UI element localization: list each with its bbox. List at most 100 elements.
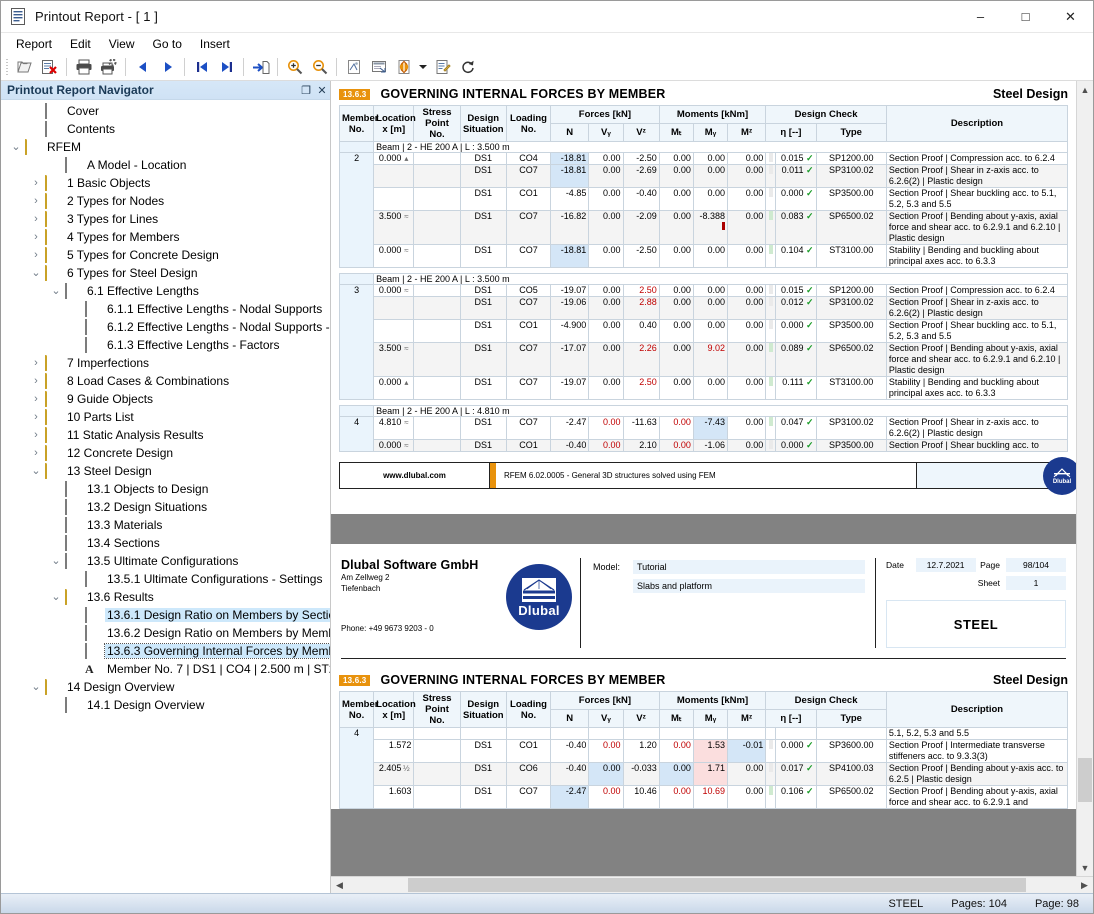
table-row[interactable]: 3.500≈DS1CO7-16.820.00-2.090.00-8.3880.0… [340,211,1068,245]
tree-item[interactable]: 13.5.1 Ultimate Configurations - Setting… [1,570,330,588]
go-to-page-icon[interactable] [248,55,273,79]
expand-toggle-icon[interactable]: ⌄ [47,556,65,567]
tree-item[interactable]: AMember No. 7 | DS1 | CO4 | 2.500 m | ST… [1,660,330,678]
expand-toggle-icon[interactable]: › [27,214,45,225]
expand-toggle-icon[interactable]: › [27,376,45,387]
menu-edit[interactable]: Edit [61,35,100,53]
table-row[interactable]: 30.000≈DS1CO5-19.070.002.500.000.000.000… [340,285,1068,297]
tree-item[interactable]: ›2 Types for Nodes [1,192,330,210]
tree-item[interactable]: A Model - Location [1,156,330,174]
table-row[interactable]: 0.000▴DS1CO7-19.070.002.500.000.000.000.… [340,377,1068,400]
tree-item[interactable]: ›10 Parts List [1,408,330,426]
tree-item[interactable]: Contents [1,120,330,138]
first-page-icon[interactable] [189,55,214,79]
tree-item[interactable]: 13.6.2 Design Ratio on Members by Member [1,624,330,642]
tree-item[interactable]: ⌄14 Design Overview [1,678,330,696]
toolbar-grip[interactable] [5,57,10,77]
menu-report[interactable]: Report [7,35,61,53]
expand-toggle-icon[interactable]: ⌄ [47,286,65,297]
viewer-vertical-scrollbar[interactable]: ▲ ▼ [1076,81,1093,876]
print-icon[interactable] [71,55,96,79]
tree-item[interactable]: 13.2 Design Situations [1,498,330,516]
undock-icon[interactable]: ❐ [298,84,314,97]
zoom-in-icon[interactable] [282,55,307,79]
expand-toggle-icon[interactable]: ⌄ [27,682,45,693]
scroll-right-arrow-icon[interactable]: ▶ [1076,877,1093,893]
page-setup-icon[interactable] [341,55,366,79]
scroll-down-arrow-icon[interactable]: ▼ [1077,859,1093,876]
table-row[interactable]: 0.000≈DS1CO7-18.810.00-2.500.000.000.000… [340,245,1068,268]
expand-toggle-icon[interactable]: › [27,196,45,207]
expand-toggle-icon[interactable]: › [27,358,45,369]
expand-toggle-icon[interactable]: › [27,430,45,441]
zoom-out-icon[interactable] [307,55,332,79]
table-row[interactable]: 3.500≈DS1CO7-17.070.002.260.009.020.000.… [340,343,1068,377]
tree-item[interactable]: ›3 Types for Lines [1,210,330,228]
horizontal-scroll-track[interactable] [348,877,1076,893]
refresh-icon[interactable] [455,55,480,79]
tree-item[interactable]: ›12 Concrete Design [1,444,330,462]
previous-page-icon[interactable] [130,55,155,79]
tree-item[interactable]: ⌄6.1 Effective Lengths [1,282,330,300]
tree-item[interactable]: Cover [1,102,330,120]
horizontal-scroll-thumb[interactable] [408,878,1026,892]
print-settings-icon[interactable] [96,55,121,79]
table-row[interactable]: 44.810≈DS1CO7-2.470.00-11.630.00-7.430.0… [340,417,1068,440]
tree-item[interactable]: 13.1 Objects to Design [1,480,330,498]
tree-item[interactable]: 13.3 Materials [1,516,330,534]
page-area[interactable]: 13.6.3 GOVERNING INTERNAL FORCES BY MEMB… [331,81,1076,876]
table-row[interactable]: 0.000≈DS1CO1-0.400.002.100.00-1.060.000.… [340,440,1068,452]
tree-item[interactable]: ⌄13.5 Ultimate Configurations [1,552,330,570]
model-description[interactable]: Slabs and platform [633,579,865,593]
scroll-up-arrow-icon[interactable]: ▲ [1077,81,1093,98]
table-row[interactable]: 2.405½DS1CO6-0.400.00-0.0330.001.710.000… [340,763,1068,786]
table-row[interactable]: DS1CO1-4.850.00-0.400.000.000.000.000 ✓S… [340,188,1068,211]
expand-toggle-icon[interactable]: › [27,250,45,261]
tree-item[interactable]: ⌄RFEM [1,138,330,156]
open-report-icon[interactable] [12,55,37,79]
table-row[interactable]: DS1CO7-19.060.002.880.000.000.000.012 ✓S… [340,297,1068,320]
governing-forces-table[interactable]: MemberNo.Locationx [m]StressPoint No.Des… [339,105,1068,452]
maximize-button[interactable]: □ [1003,1,1048,33]
tree-item[interactable]: 13.6.3 Governing Internal Forces by Memb… [1,642,330,660]
table-row[interactable]: 20.000▴DS1CO4-18.810.00-2.500.000.000.00… [340,153,1068,165]
dropdown-caret-icon[interactable] [419,65,427,69]
tree-item[interactable]: ›4 Types for Members [1,228,330,246]
expand-toggle-icon[interactable]: ⌄ [27,466,45,477]
tree-item[interactable]: ⌄13 Steel Design [1,462,330,480]
navigator-tree[interactable]: CoverContents⌄RFEMA Model - Location›1 B… [1,100,330,893]
tree-item[interactable]: ⌄13.6 Results [1,588,330,606]
menu-goto[interactable]: Go to [144,35,191,53]
viewer-horizontal-scrollbar[interactable]: ◀ ▶ [331,876,1093,893]
table-row[interactable]: DS1CO1-4.9000.000.400.000.000.000.000 ✓S… [340,320,1068,343]
vertical-scroll-thumb[interactable] [1078,758,1092,802]
edit-report-icon[interactable] [430,55,455,79]
delete-report-icon[interactable] [37,55,62,79]
tree-item[interactable]: 6.1.3 Effective Lengths - Factors [1,336,330,354]
minimize-button[interactable]: – [958,1,1003,33]
tree-item[interactable]: 6.1.2 Effective Lengths - Nodal Supports… [1,318,330,336]
report-selection-icon[interactable] [366,55,391,79]
expand-toggle-icon[interactable]: ⌄ [27,268,45,279]
menu-insert[interactable]: Insert [191,35,239,53]
expand-toggle-icon[interactable]: › [27,448,45,459]
menu-view[interactable]: View [100,35,144,53]
tree-item[interactable]: 14.1 Design Overview [1,696,330,714]
model-value[interactable]: Tutorial [633,560,865,574]
vertical-scroll-track[interactable] [1077,98,1093,859]
table-row[interactable]: 1.603DS1CO7-2.470.0010.460.0010.690.000.… [340,786,1068,809]
tree-item[interactable]: ›9 Guide Objects [1,390,330,408]
tree-item[interactable]: 6.1.1 Effective Lengths - Nodal Supports [1,300,330,318]
export-icon[interactable] [391,55,416,79]
tree-item[interactable]: ›8 Load Cases & Combinations [1,372,330,390]
expand-toggle-icon[interactable]: ⌄ [47,592,65,603]
close-button[interactable]: ✕ [1048,1,1093,33]
governing-forces-table-2[interactable]: MemberNo.Locationx [m]StressPoint No.Des… [339,691,1068,809]
tree-item[interactable]: ›1 Basic Objects [1,174,330,192]
expand-toggle-icon[interactable]: › [27,394,45,405]
scroll-left-arrow-icon[interactable]: ◀ [331,877,348,893]
table-row[interactable]: 1.572DS1CO1-0.400.001.200.001.53-0.010.0… [340,740,1068,763]
last-page-icon[interactable] [214,55,239,79]
tree-item[interactable]: 13.6.1 Design Ratio on Members by Sectio… [1,606,330,624]
table-row[interactable]: 45.1, 5.2, 5.3 and 5.5 [340,728,1068,740]
